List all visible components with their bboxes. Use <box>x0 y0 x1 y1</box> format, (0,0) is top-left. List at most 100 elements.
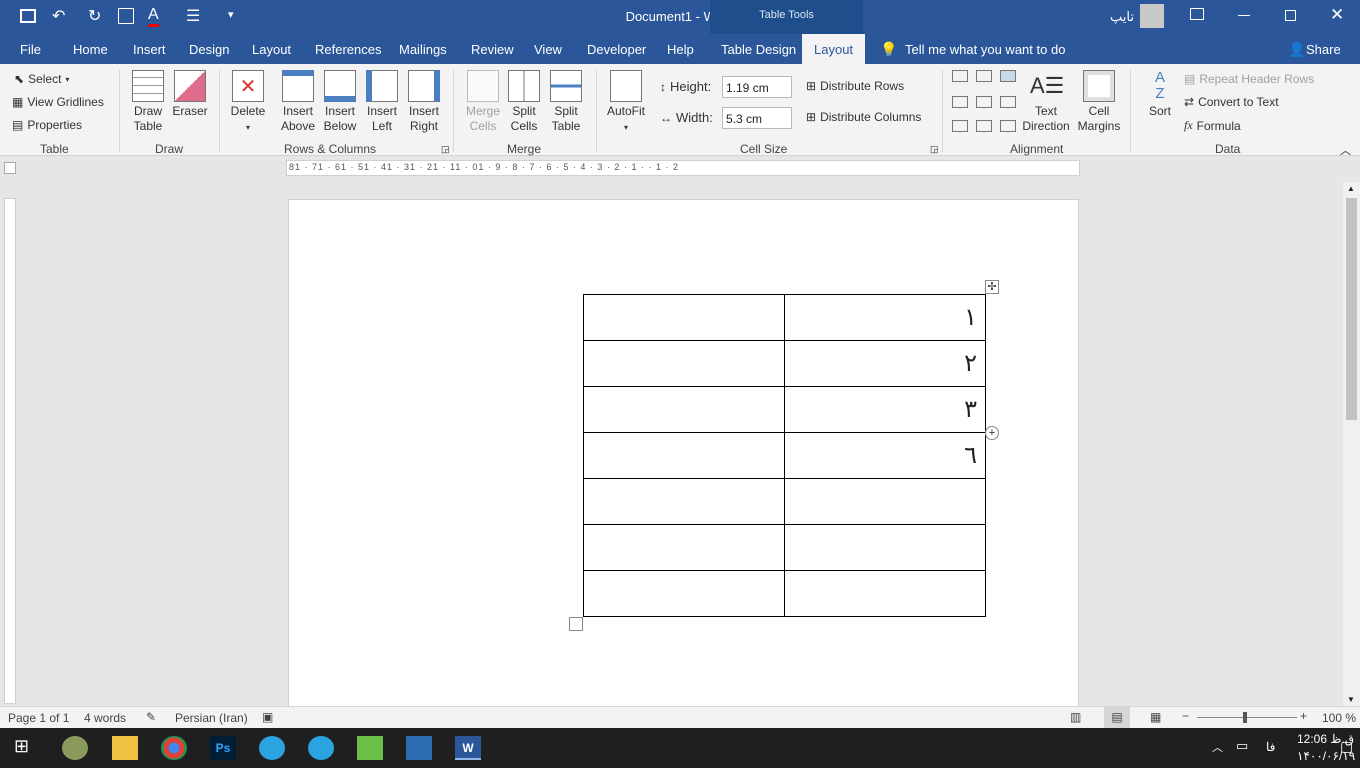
scroll-down-icon[interactable]: ▼ <box>1347 695 1355 704</box>
tab-table-design[interactable]: Table Design <box>721 42 796 57</box>
zoom-level[interactable]: 100 % <box>1322 711 1356 725</box>
minimize-icon[interactable] <box>1238 15 1250 16</box>
telegram-icon[interactable] <box>259 736 285 760</box>
share-icon[interactable]: 👤 <box>1288 41 1305 58</box>
table-move-handle-icon[interactable]: ✢ <box>985 280 999 294</box>
zoom-slider[interactable] <box>1197 717 1297 718</box>
align-bottom-center-icon[interactable] <box>976 120 992 132</box>
table-cell[interactable] <box>583 524 785 571</box>
table-resize-handle[interactable] <box>569 617 583 631</box>
show-hidden-icons[interactable]: ︿ <box>1212 739 1223 755</box>
table-cell[interactable]: ۱ <box>784 294 986 341</box>
width-input[interactable]: 5.3 cm <box>722 107 792 129</box>
horizontal-ruler[interactable]: 81 · 71 · 61 · 51 · 41 · 31 · 21 · 11 · … <box>286 160 1080 176</box>
web-layout-icon[interactable]: ▦ <box>1150 710 1161 724</box>
avatar[interactable] <box>1140 4 1164 28</box>
align-bottom-right-icon[interactable] <box>1000 120 1016 132</box>
word-count[interactable]: 4 words <box>84 711 126 725</box>
merge-cells-button[interactable]: Merge Cells <box>462 70 504 134</box>
customize-qat-icon[interactable]: ▾ <box>228 8 234 21</box>
tab-view[interactable]: View <box>534 42 562 57</box>
align-center-right-icon[interactable] <box>1000 96 1016 108</box>
language[interactable]: Persian (Iran) <box>175 711 248 725</box>
proofing-icon[interactable]: ✎ <box>146 710 156 724</box>
table-cell[interactable] <box>583 570 785 617</box>
table-cell[interactable]: ۲ <box>784 340 986 387</box>
save-icon[interactable] <box>20 9 36 23</box>
table-cell[interactable] <box>583 432 785 479</box>
tab-help[interactable]: Help <box>667 42 694 57</box>
tab-references[interactable]: References <box>315 42 381 57</box>
insert-left-button[interactable]: Insert Left <box>362 70 402 134</box>
draw-table-button[interactable]: Draw Table <box>128 70 168 134</box>
word-taskbar-icon[interactable]: W <box>455 736 481 760</box>
font-color-icon[interactable]: A <box>148 6 159 27</box>
height-input[interactable]: 1.19 cm <box>722 76 792 98</box>
align-top-left-icon[interactable] <box>952 70 968 82</box>
file-explorer-icon[interactable] <box>112 736 138 760</box>
align-center-left-icon[interactable] <box>952 96 968 108</box>
touch-mode-icon[interactable] <box>118 8 134 24</box>
table-cell[interactable] <box>784 524 986 571</box>
redo-icon[interactable]: ↻ <box>88 6 101 26</box>
photoshop-icon[interactable]: Ps <box>210 736 236 760</box>
chrome-icon[interactable] <box>161 736 187 760</box>
table-cell[interactable] <box>583 340 785 387</box>
windows-start-icon[interactable]: ⊞ <box>14 736 40 760</box>
align-top-right-icon[interactable] <box>1000 70 1016 82</box>
distribute-rows-button[interactable]: ⊞ Distribute Rows <box>806 79 904 93</box>
tab-table-layout[interactable]: Layout <box>802 34 866 64</box>
calculator-icon[interactable] <box>406 736 432 760</box>
dialog-launcher-icon[interactable]: ◲ <box>441 144 450 155</box>
read-mode-icon[interactable]: ▥ <box>1070 710 1081 724</box>
table-cell[interactable]: ۳ <box>784 386 986 433</box>
split-table-button[interactable]: Split Table <box>546 70 586 134</box>
input-language[interactable]: فا <box>1266 740 1275 754</box>
tab-insert[interactable]: Insert <box>133 42 166 57</box>
tab-developer[interactable]: Developer <box>587 42 646 57</box>
list-icon[interactable]: ☰ <box>186 6 200 26</box>
tab-design[interactable]: Design <box>189 42 229 57</box>
repeat-header-rows-button[interactable]: ▤ Repeat Header Rows <box>1184 72 1314 86</box>
table-cell[interactable] <box>784 478 986 525</box>
eraser-button[interactable]: Eraser <box>172 70 208 119</box>
paint-app-icon[interactable] <box>62 736 88 760</box>
cell-margins-button[interactable]: Cell Margins <box>1076 70 1122 134</box>
table-cell[interactable] <box>583 294 785 341</box>
document-table[interactable]: ۱۲۳٦ <box>583 294 986 617</box>
select-button[interactable]: ⬉ Select ▾ <box>14 72 69 86</box>
sort-button[interactable]: A Z Sort <box>1140 70 1180 119</box>
insert-row-icon[interactable]: + <box>985 426 999 440</box>
dialog-launcher-icon[interactable]: ◲ <box>930 144 939 155</box>
macro-record-icon[interactable]: ▣ <box>262 710 273 724</box>
insert-below-button[interactable]: Insert Below <box>320 70 360 134</box>
tab-file[interactable]: File <box>20 42 41 57</box>
telegram-desktop-icon[interactable] <box>308 736 334 760</box>
undo-icon[interactable]: ↶ <box>52 6 65 26</box>
insert-right-button[interactable]: Insert Right <box>404 70 444 134</box>
table-cell[interactable]: ٦ <box>784 432 986 479</box>
tab-mailings[interactable]: Mailings <box>399 42 447 57</box>
properties-button[interactable]: ▤ Properties <box>12 118 82 132</box>
table-cell[interactable] <box>583 386 785 433</box>
camtasia-icon[interactable] <box>357 736 383 760</box>
share-button[interactable]: Share <box>1306 42 1341 57</box>
view-gridlines-button[interactable]: ▦ View Gridlines <box>12 95 104 109</box>
close-icon[interactable]: ✕ <box>1330 5 1344 25</box>
network-icon[interactable]: ▭ <box>1236 738 1248 754</box>
formula-button[interactable]: fx Formula <box>1184 118 1241 133</box>
page-count[interactable]: Page 1 of 1 <box>8 711 69 725</box>
align-bottom-left-icon[interactable] <box>952 120 968 132</box>
tab-home[interactable]: Home <box>73 42 108 57</box>
table-cell[interactable] <box>583 478 785 525</box>
tab-layout[interactable]: Layout <box>252 42 291 57</box>
scroll-thumb[interactable] <box>1346 198 1357 420</box>
text-direction-button[interactable]: A☰ Text Direction <box>1022 70 1070 134</box>
collapse-ribbon-icon[interactable]: ︿ <box>1340 142 1351 158</box>
convert-to-text-button[interactable]: ⇄ Convert to Text <box>1184 95 1279 109</box>
delete-button[interactable]: ✕ Delete ▾ <box>228 70 268 135</box>
user-name[interactable]: تایپ <box>1110 9 1134 25</box>
autofit-button[interactable]: AutoFit ▾ <box>604 70 648 135</box>
align-center-icon[interactable] <box>976 96 992 108</box>
split-cells-button[interactable]: Split Cells <box>504 70 544 134</box>
